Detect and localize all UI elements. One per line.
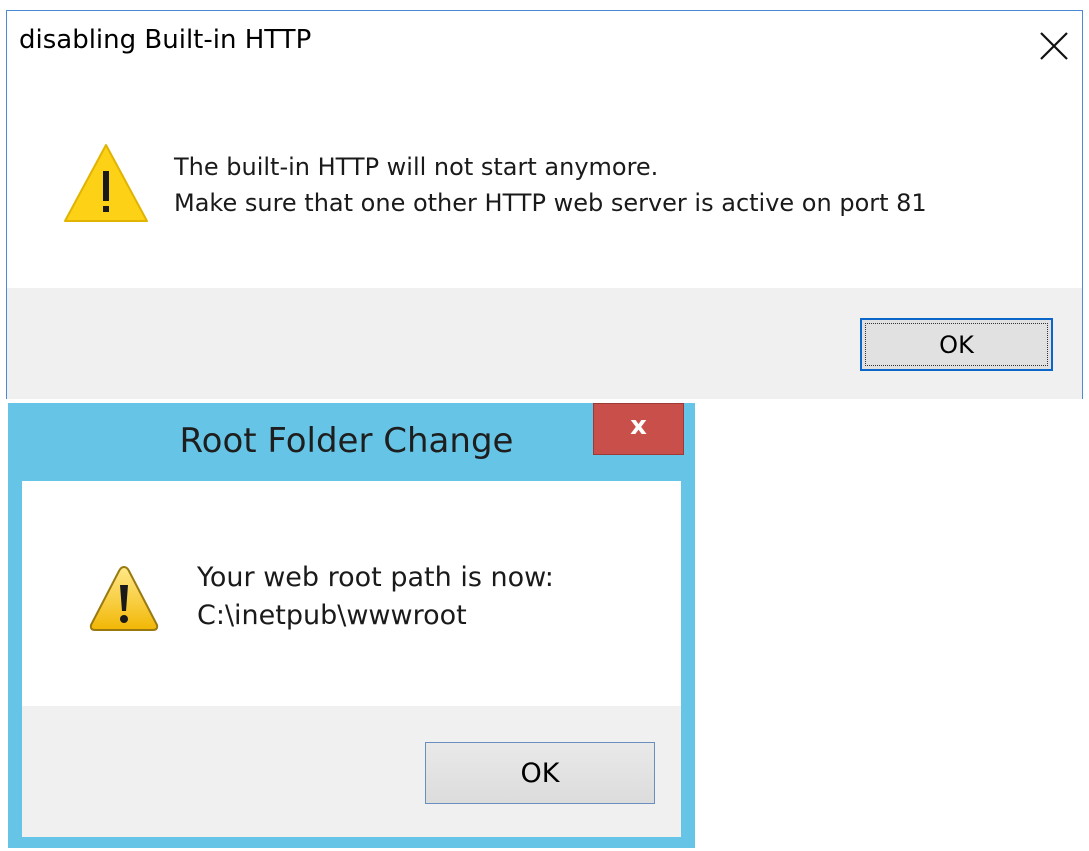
dialog-disabling-builtin-http: disabling Built-in HTTP The built-in HTT… [6, 10, 1083, 399]
ok-button[interactable]: OK [425, 742, 655, 804]
message-line-1: The built-in HTTP will not start anymore… [174, 153, 659, 181]
dialog-root-folder-change: Root Folder Change x Your web root path … [8, 403, 695, 848]
dialog-footer: OK [22, 706, 681, 837]
dialog-title: disabling Built-in HTTP [19, 25, 312, 55]
warning-icon [62, 141, 150, 229]
close-icon [1040, 32, 1068, 60]
close-icon: x [630, 411, 647, 441]
message-line-2: Make sure that one other HTTP web server… [174, 189, 927, 217]
ok-button[interactable]: OK [860, 318, 1053, 371]
dialog-client-area: Your web root path is now: C:\inetpub\ww… [22, 481, 681, 837]
message-line-1: Your web root path is now: [197, 562, 554, 593]
message-line-2: C:\inetpub\wwwroot [197, 600, 467, 631]
dialog-title: Root Folder Change [179, 421, 514, 461]
dialog-message: The built-in HTTP will not start anymore… [174, 149, 927, 221]
dialog-message: Your web root path is now: C:\inetpub\ww… [197, 559, 554, 635]
dialog-footer: OK [7, 288, 1082, 399]
warning-icon [88, 563, 160, 637]
close-button[interactable] [1037, 29, 1071, 63]
close-button[interactable]: x [593, 403, 684, 455]
